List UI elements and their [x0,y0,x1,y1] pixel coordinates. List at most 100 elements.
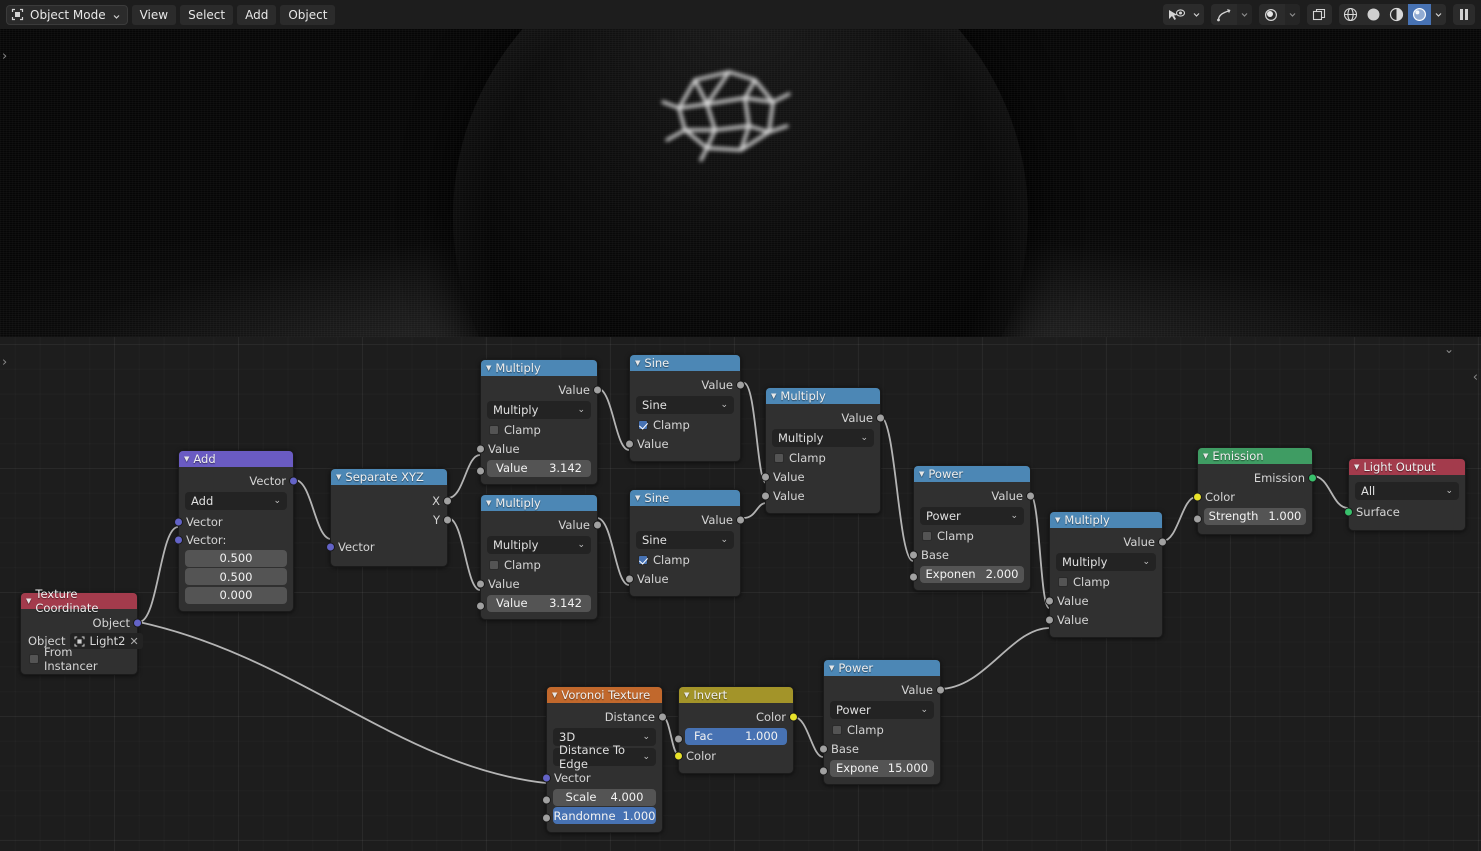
socket-vector-in[interactable] [174,517,183,526]
socket-surface-in[interactable] [1344,507,1353,516]
operation-dropdown[interactable]: Multiply ⌄ [1056,553,1156,571]
socket-vector-in[interactable] [326,542,335,551]
collapse-triangle-icon[interactable]: ▼ [1354,463,1359,471]
socket-vector-out[interactable] [289,476,298,485]
node-math-multiply-2[interactable]: ▼ Multiply Value Multiply ⌄ Clamp Value … [476,494,602,620]
input-value-1[interactable]: Value [476,439,597,458]
socket-value-in-1[interactable] [476,444,485,453]
node-texture-coordinate[interactable]: ▼ Texture Coordinate Object Object Light… [20,587,143,675]
operation-dropdown[interactable]: Multiply ⌄ [772,429,874,447]
node-editor-sidebar-toggle-right[interactable]: ‹ [1473,370,1478,385]
socket-value-in-2[interactable] [1045,615,1054,624]
clamp-checkbox[interactable] [489,560,499,570]
output-y[interactable]: Y [331,510,452,529]
input-vector[interactable]: Vector [174,512,293,531]
input-value-2[interactable]: Value [1045,610,1162,629]
collapse-triangle-icon[interactable]: ▼ [552,691,557,699]
socket-x-out[interactable] [443,496,452,505]
collapse-triangle-icon[interactable]: ▼ [336,473,341,481]
shading-solid-icon[interactable] [1362,4,1385,25]
shading-wireframe-icon[interactable] [1339,4,1362,25]
output-value[interactable]: Value [481,515,602,534]
input-color[interactable]: Color [1193,487,1312,506]
socket-color-out[interactable] [789,712,798,721]
output-object[interactable]: Object [21,613,142,632]
socket-value-out[interactable] [1158,537,1167,546]
socket-value-in-1[interactable] [761,472,770,481]
node-editor-sidebar-toggle-left[interactable]: › [2,355,7,370]
node-math-multiply-3[interactable]: ▼ Multiply Value Multiply ⌄ Clamp Value … [761,387,885,514]
socket-strength-in[interactable] [1193,514,1202,523]
socket-value-out[interactable] [876,413,885,422]
socket-vector2-in[interactable] [174,535,183,544]
operation-dropdown[interactable]: Add ⌄ [185,492,287,510]
exponent-field[interactable]: Exponen 2.000 [920,565,1024,583]
output-x[interactable]: X [331,491,452,510]
socket-vector-in[interactable] [542,773,551,782]
output-value[interactable]: Value [630,510,745,529]
node-voronoi-texture[interactable]: ▼ Voronoi Texture Distance 3D ⌄ Distance… [542,686,667,833]
clear-object-icon[interactable]: ✕ [130,635,139,648]
clamp-checkbox[interactable] [638,420,648,430]
output-value[interactable]: Value [914,486,1035,505]
node-header-power[interactable]: ▼ Power [914,466,1030,482]
socket-value-in-1[interactable] [476,579,485,588]
node-header-separate-xyz[interactable]: ▼ Separate XYZ [331,469,447,485]
socket-value-in-2[interactable] [476,601,485,610]
input-exponent-row[interactable]: Expone 15.000 [819,759,940,777]
node-math-sine-1[interactable]: ▼ Sine Value Sine ⌄ Clamp Value [625,354,745,462]
socket-randomness-in[interactable] [542,813,551,823]
operation-dropdown[interactable]: Multiply ⌄ [487,401,591,419]
exponent-field[interactable]: Expone 15.000 [830,759,934,777]
vector-y-field[interactable]: 0.500 [185,568,287,585]
input-value-2[interactable]: Value [761,486,880,505]
node-header-add[interactable]: ▼ Add [179,451,293,467]
input-value-2-row[interactable]: Value 3.142 [476,459,597,477]
socket-value-out[interactable] [936,685,945,694]
input-fac-row[interactable]: Fac 1.000 [674,727,793,745]
socket-fac-in[interactable] [674,734,683,743]
collapse-triangle-icon[interactable]: ▼ [771,392,776,400]
socket-value-in[interactable] [625,574,634,583]
socket-value-out[interactable] [1026,491,1035,500]
clamp-checkbox[interactable] [832,725,842,735]
menu-add[interactable]: Add [237,4,277,25]
value-field[interactable]: Value 3.142 [487,594,591,612]
socket-base-in[interactable] [819,744,828,753]
overlays-toggle-icon[interactable] [1307,4,1332,25]
node-header-multiply[interactable]: ▼ Multiply [766,388,880,404]
input-exponent-row[interactable]: Exponen 2.000 [909,565,1030,583]
collapse-triangle-icon[interactable]: ▼ [829,664,834,672]
input-value[interactable]: Value [625,434,740,453]
menu-object[interactable]: Object [280,4,336,25]
socket-y-out[interactable] [443,515,452,524]
output-vector[interactable]: Vector [179,471,298,490]
clamp-row[interactable]: Clamp [481,556,597,574]
chevron-down-icon-select[interactable] [1189,4,1204,25]
collapse-triangle-icon[interactable]: ▼ [1203,452,1208,460]
shading-rendered-icon[interactable] [1408,4,1431,25]
input-value-1[interactable]: Value [1045,591,1162,610]
node-header-voronoi[interactable]: ▼ Voronoi Texture [547,687,662,703]
clamp-checkbox[interactable] [638,555,648,565]
input-vector[interactable]: Vector [326,537,447,556]
input-vector[interactable]: Vector [542,768,662,787]
clamp-checkbox[interactable] [922,531,932,541]
vector-z-field[interactable]: 0.000 [185,586,287,604]
input-randomness-row[interactable]: Randomne 1.000 [542,807,662,824]
output-value[interactable]: Value [824,680,945,699]
socket-base-in[interactable] [909,550,918,559]
node-separate-xyz[interactable]: ▼ Separate XYZ X Y Vector [326,468,452,567]
input-surface[interactable]: Surface [1344,502,1465,521]
collapse-triangle-icon[interactable]: ▼ [486,499,491,507]
node-header-light-output[interactable]: ▼ Light Output [1349,459,1465,475]
collapse-triangle-icon[interactable]: ▼ [1055,516,1060,524]
collapse-triangle-icon[interactable]: ▼ [26,597,31,605]
node-header-emission[interactable]: ▼ Emission [1198,448,1312,464]
socket-scale-in[interactable] [542,795,551,804]
clamp-row[interactable]: Clamp [630,416,740,434]
socket-value-in-2[interactable] [761,491,770,500]
output-value[interactable]: Value [481,380,602,399]
input-scale-row[interactable]: Scale 4.000 [542,788,662,806]
input-value-2-row[interactable]: Value 3.142 [476,594,597,612]
